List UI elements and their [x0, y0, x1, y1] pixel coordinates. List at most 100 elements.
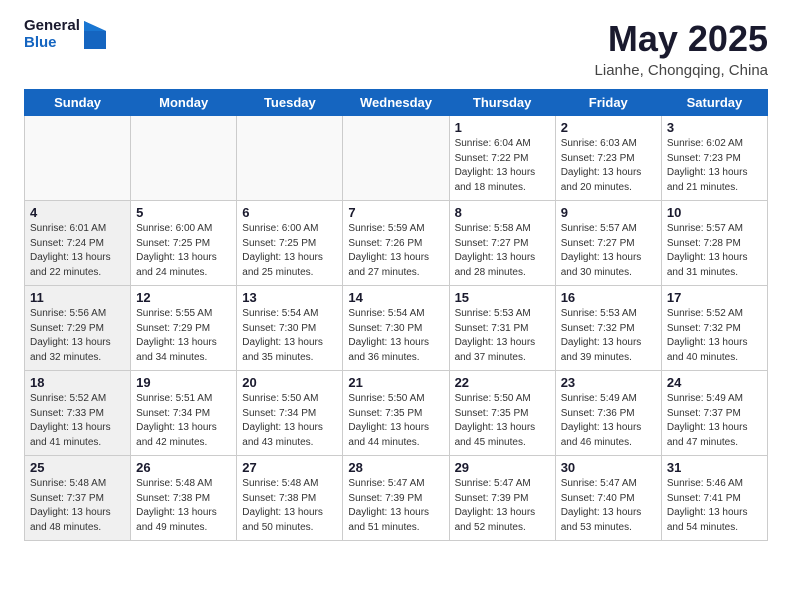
day-cell: 20 Sunrise: 5:50 AM Sunset: 7:34 PM Dayli…: [237, 371, 343, 456]
day-number: 19: [136, 375, 231, 390]
day-info: Sunrise: 5:47 AM Sunset: 7:39 PM Dayligh…: [455, 477, 550, 535]
day-info: Sunrise: 6:02 AM Sunset: 7:23 PM Dayligh…: [667, 137, 762, 195]
day-info: Sunrise: 5:48 AM Sunset: 7:38 PM Dayligh…: [242, 477, 337, 535]
day-header-friday: Friday: [555, 90, 661, 116]
day-cell: [237, 116, 343, 201]
day-cell: 18 Sunrise: 5:52 AM Sunset: 7:33 PM Dayli…: [25, 371, 131, 456]
day-info: Sunrise: 5:52 AM Sunset: 7:32 PM Dayligh…: [667, 307, 762, 365]
day-number: 9: [561, 205, 656, 220]
day-number: 23: [561, 375, 656, 390]
day-cell: 30 Sunrise: 5:47 AM Sunset: 7:40 PM Dayli…: [555, 456, 661, 541]
day-number: 30: [561, 460, 656, 475]
day-number: 7: [348, 205, 443, 220]
day-header-sunday: Sunday: [25, 90, 131, 116]
day-info: Sunrise: 5:47 AM Sunset: 7:39 PM Dayligh…: [348, 477, 443, 535]
day-number: 21: [348, 375, 443, 390]
day-info: Sunrise: 5:50 AM Sunset: 7:35 PM Dayligh…: [455, 392, 550, 450]
day-number: 10: [667, 205, 762, 220]
day-number: 4: [30, 205, 125, 220]
day-number: 13: [242, 290, 337, 305]
day-number: 26: [136, 460, 231, 475]
day-number: 12: [136, 290, 231, 305]
day-cell: 23 Sunrise: 5:49 AM Sunset: 7:36 PM Dayli…: [555, 371, 661, 456]
day-info: Sunrise: 5:57 AM Sunset: 7:27 PM Dayligh…: [561, 222, 656, 280]
header: General Blue May 2025 Lianhe, Chongqing,…: [0, 0, 792, 89]
day-cell: 11 Sunrise: 5:56 AM Sunset: 7:29 PM Dayli…: [25, 286, 131, 371]
day-header-saturday: Saturday: [661, 90, 767, 116]
day-cell: 28Sunrise: 5:47 AM Sunset: 7:39 PM Dayli…: [343, 456, 449, 541]
day-cell: 4 Sunrise: 6:01 AM Sunset: 7:24 PM Daylig…: [25, 201, 131, 286]
day-number: 24: [667, 375, 762, 390]
day-number: 18: [30, 375, 125, 390]
day-cell: 9 Sunrise: 5:57 AM Sunset: 7:27 PM Daylig…: [555, 201, 661, 286]
location: Lianhe, Chongqing, China: [595, 62, 768, 79]
day-info: Sunrise: 5:47 AM Sunset: 7:40 PM Dayligh…: [561, 477, 656, 535]
day-number: 17: [667, 290, 762, 305]
day-info: Sunrise: 5:54 AM Sunset: 7:30 PM Dayligh…: [242, 307, 337, 365]
day-info: Sunrise: 5:52 AM Sunset: 7:33 PM Dayligh…: [30, 392, 125, 450]
day-number: 25: [30, 460, 125, 475]
day-cell: 25 Sunrise: 5:48 AM Sunset: 7:37 PM Dayli…: [25, 456, 131, 541]
day-cell: 1 Sunrise: 6:04 AM Sunset: 7:22 PM Daylig…: [449, 116, 555, 201]
logo-general: General: [24, 18, 80, 35]
day-number: 6: [242, 205, 337, 220]
day-cell: 24 Sunrise: 5:49 AM Sunset: 7:37 PM Dayli…: [661, 371, 767, 456]
day-info: Sunrise: 5:57 AM Sunset: 7:28 PM Dayligh…: [667, 222, 762, 280]
day-info: Sunrise: 5:49 AM Sunset: 7:37 PM Dayligh…: [667, 392, 762, 450]
day-info: Sunrise: 5:53 AM Sunset: 7:32 PM Dayligh…: [561, 307, 656, 365]
day-info: Sunrise: 5:48 AM Sunset: 7:38 PM Dayligh…: [136, 477, 231, 535]
day-info: Sunrise: 5:51 AM Sunset: 7:34 PM Dayligh…: [136, 392, 231, 450]
day-info: Sunrise: 5:46 AM Sunset: 7:41 PM Dayligh…: [667, 477, 762, 535]
day-cell: 15Sunrise: 5:53 AM Sunset: 7:31 PM Dayli…: [449, 286, 555, 371]
day-number: 22: [455, 375, 550, 390]
day-header-wednesday: Wednesday: [343, 90, 449, 116]
day-cell: 2 Sunrise: 6:03 AM Sunset: 7:23 PM Daylig…: [555, 116, 661, 201]
day-info: Sunrise: 5:50 AM Sunset: 7:35 PM Dayligh…: [348, 392, 443, 450]
logo: General Blue: [24, 18, 106, 51]
day-cell: 21 Sunrise: 5:50 AM Sunset: 7:35 PM Dayli…: [343, 371, 449, 456]
day-cell: 8Sunrise: 5:58 AM Sunset: 7:27 PM Daylig…: [449, 201, 555, 286]
day-info: Sunrise: 6:00 AM Sunset: 7:25 PM Dayligh…: [136, 222, 231, 280]
day-info: Sunrise: 6:04 AM Sunset: 7:22 PM Dayligh…: [455, 137, 550, 195]
day-number: 5: [136, 205, 231, 220]
day-info: Sunrise: 5:58 AM Sunset: 7:27 PM Dayligh…: [455, 222, 550, 280]
day-info: Sunrise: 5:49 AM Sunset: 7:36 PM Dayligh…: [561, 392, 656, 450]
day-info: Sunrise: 5:56 AM Sunset: 7:29 PM Dayligh…: [30, 307, 125, 365]
day-cell: 3 Sunrise: 6:02 AM Sunset: 7:23 PM Daylig…: [661, 116, 767, 201]
day-number: 1: [455, 120, 550, 135]
day-cell: 16 Sunrise: 5:53 AM Sunset: 7:32 PM Dayli…: [555, 286, 661, 371]
day-cell: 31 Sunrise: 5:46 AM Sunset: 7:41 PM Dayli…: [661, 456, 767, 541]
day-info: Sunrise: 6:03 AM Sunset: 7:23 PM Dayligh…: [561, 137, 656, 195]
day-number: 29: [455, 460, 550, 475]
day-number: 20: [242, 375, 337, 390]
day-cell: 29 Sunrise: 5:47 AM Sunset: 7:39 PM Dayli…: [449, 456, 555, 541]
logo-icon: [84, 21, 106, 49]
day-cell: [343, 116, 449, 201]
day-cell: 27Sunrise: 5:48 AM Sunset: 7:38 PM Dayli…: [237, 456, 343, 541]
day-number: 14: [348, 290, 443, 305]
day-cell: 26 Sunrise: 5:48 AM Sunset: 7:38 PM Dayli…: [131, 456, 237, 541]
day-cell: 14 Sunrise: 5:54 AM Sunset: 7:30 PM Dayli…: [343, 286, 449, 371]
day-info: Sunrise: 5:50 AM Sunset: 7:34 PM Dayligh…: [242, 392, 337, 450]
calendar: SundayMondayTuesdayWednesdayThursdayFrid…: [24, 89, 768, 541]
day-cell: 13 Sunrise: 5:54 AM Sunset: 7:30 PM Dayli…: [237, 286, 343, 371]
day-cell: [131, 116, 237, 201]
day-cell: [25, 116, 131, 201]
day-info: Sunrise: 6:01 AM Sunset: 7:24 PM Dayligh…: [30, 222, 125, 280]
day-cell: 19 Sunrise: 5:51 AM Sunset: 7:34 PM Dayli…: [131, 371, 237, 456]
day-header-monday: Monday: [131, 90, 237, 116]
day-number: 16: [561, 290, 656, 305]
day-number: 2: [561, 120, 656, 135]
day-info: Sunrise: 5:53 AM Sunset: 7:31 PM Dayligh…: [455, 307, 550, 365]
title-block: May 2025 Lianhe, Chongqing, China: [595, 18, 768, 79]
day-cell: 17 Sunrise: 5:52 AM Sunset: 7:32 PM Dayli…: [661, 286, 767, 371]
day-cell: 5 Sunrise: 6:00 AM Sunset: 7:25 PM Daylig…: [131, 201, 237, 286]
day-info: Sunrise: 5:54 AM Sunset: 7:30 PM Dayligh…: [348, 307, 443, 365]
day-cell: 22 Sunrise: 5:50 AM Sunset: 7:35 PM Dayli…: [449, 371, 555, 456]
day-number: 3: [667, 120, 762, 135]
day-cell: 12Sunrise: 5:55 AM Sunset: 7:29 PM Dayli…: [131, 286, 237, 371]
day-number: 31: [667, 460, 762, 475]
day-number: 11: [30, 290, 125, 305]
day-info: Sunrise: 5:48 AM Sunset: 7:37 PM Dayligh…: [30, 477, 125, 535]
day-cell: 10 Sunrise: 5:57 AM Sunset: 7:28 PM Dayli…: [661, 201, 767, 286]
